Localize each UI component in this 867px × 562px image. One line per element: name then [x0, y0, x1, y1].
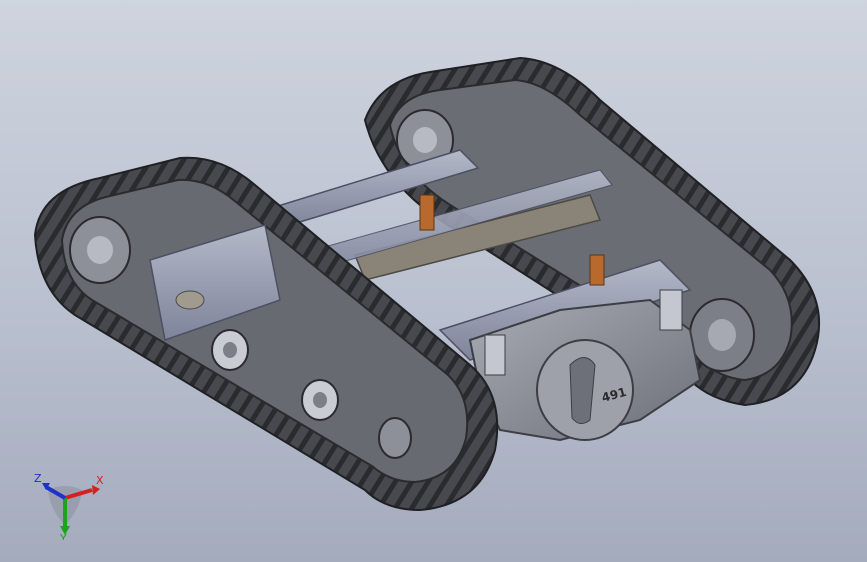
left-drive-sprocket [378, 417, 412, 459]
spring-bracket [419, 194, 435, 231]
orientation-triad[interactable]: X Y Z [30, 470, 110, 540]
x-axis-label: X [96, 474, 104, 487]
y-axis-label: Y [59, 532, 67, 540]
z-axis-label: Z [34, 472, 42, 485]
tracked-chassis-model[interactable]: 491 [0, 0, 867, 562]
cad-viewport[interactable]: 491 X Y Z [0, 0, 867, 562]
